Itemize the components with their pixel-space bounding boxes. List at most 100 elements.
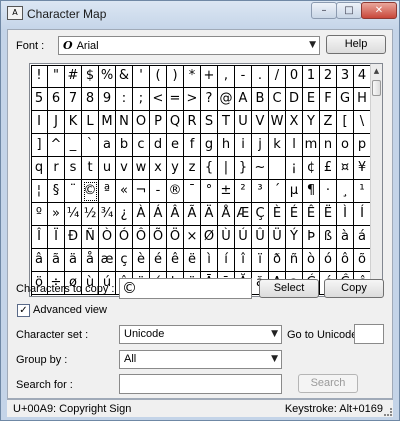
character-cell[interactable]: d	[150, 134, 167, 157]
search-input[interactable]	[119, 374, 282, 394]
character-cell[interactable]: |	[218, 157, 235, 180]
character-cell[interactable]: `	[82, 134, 99, 157]
character-cell[interactable]: ¢	[303, 157, 320, 180]
character-cell[interactable]: Ô	[133, 226, 150, 249]
character-cell[interactable]: ®	[167, 180, 184, 203]
maximize-button[interactable]: □	[336, 2, 362, 19]
character-cell[interactable]: ³	[252, 180, 269, 203]
character-cell[interactable]: w	[133, 157, 150, 180]
character-cell[interactable]: ×	[184, 226, 201, 249]
character-cell[interactable]: f	[184, 134, 201, 157]
character-cell[interactable]: Í	[354, 203, 371, 226]
character-cell[interactable]: \	[354, 111, 371, 134]
character-cell[interactable]: ~	[252, 157, 269, 180]
character-cell[interactable]: I	[31, 111, 48, 134]
character-cell[interactable]: á	[354, 226, 371, 249]
character-cell[interactable]: õ	[354, 249, 371, 272]
character-cell[interactable]: X	[286, 111, 303, 134]
character-cell[interactable]: ©	[82, 180, 99, 203]
minimize-button[interactable]: –	[311, 2, 337, 19]
character-cell[interactable]: ô	[337, 249, 354, 272]
character-cell[interactable]: [	[337, 111, 354, 134]
character-cell[interactable]: !	[31, 65, 48, 88]
character-cell[interactable]: Ø	[201, 226, 218, 249]
character-cell[interactable]: ´	[269, 180, 286, 203]
character-cell[interactable]: L	[82, 111, 99, 134]
character-cell[interactable]: ¦	[31, 180, 48, 203]
character-cell[interactable]: µ	[286, 180, 303, 203]
character-cell[interactable]: y	[167, 157, 184, 180]
character-cell[interactable]: Ò	[99, 226, 116, 249]
character-cell[interactable]: r	[48, 157, 65, 180]
character-cell[interactable]: <	[150, 88, 167, 111]
character-cell[interactable]: _	[65, 134, 82, 157]
character-cell[interactable]: ß	[320, 226, 337, 249]
character-cell[interactable]: q	[31, 157, 48, 180]
character-cell[interactable]: ¶	[303, 180, 320, 203]
character-cell[interactable]: 7	[65, 88, 82, 111]
character-cell[interactable]: o	[337, 134, 354, 157]
character-cell[interactable]: 2	[320, 65, 337, 88]
character-cell[interactable]: «	[116, 180, 133, 203]
character-cell[interactable]: ð	[269, 249, 286, 272]
character-cell[interactable]: t	[82, 157, 99, 180]
character-cell[interactable]: Ä	[201, 203, 218, 226]
character-cell[interactable]: '	[133, 65, 150, 88]
character-cell[interactable]: D	[286, 88, 303, 111]
character-cell[interactable]: H	[354, 88, 371, 111]
character-cell[interactable]: z	[184, 157, 201, 180]
character-cell[interactable]: À	[133, 203, 150, 226]
character-cell[interactable]: -	[150, 180, 167, 203]
character-cell[interactable]: )	[167, 65, 184, 88]
character-cell[interactable]: T	[218, 111, 235, 134]
character-cell[interactable]: m	[303, 134, 320, 157]
character-cell[interactable]: "	[48, 65, 65, 88]
character-cell[interactable]: $	[82, 65, 99, 88]
character-cell[interactable]: ¯	[184, 180, 201, 203]
character-cell[interactable]: ¸	[337, 180, 354, 203]
characters-to-copy-input[interactable]: ©	[119, 278, 252, 299]
character-cell[interactable]: »	[48, 203, 65, 226]
character-cell[interactable]: V	[252, 111, 269, 134]
character-cell[interactable]: }	[235, 157, 252, 180]
character-cell[interactable]: c	[133, 134, 150, 157]
character-cell[interactable]: 6	[48, 88, 65, 111]
character-cell[interactable]: ½	[82, 203, 99, 226]
character-cell[interactable]: /	[269, 65, 286, 88]
character-cell[interactable]: ±	[218, 180, 235, 203]
character-cell[interactable]: Q	[167, 111, 184, 134]
character-cell[interactable]: è	[133, 249, 150, 272]
character-cell[interactable]: Þ	[303, 226, 320, 249]
character-cell[interactable]: ¹	[354, 180, 371, 203]
character-cell[interactable]: º	[31, 203, 48, 226]
character-cell[interactable]: *	[184, 65, 201, 88]
character-cell[interactable]: ²	[235, 180, 252, 203]
character-cell[interactable]: ì	[201, 249, 218, 272]
character-cell[interactable]: ó	[320, 249, 337, 272]
character-cell[interactable]: ;	[133, 88, 150, 111]
character-cell[interactable]: p	[354, 134, 371, 157]
character-cell[interactable]: Á	[150, 203, 167, 226]
character-cell[interactable]: +	[201, 65, 218, 88]
character-cell[interactable]: 0	[286, 65, 303, 88]
character-cell[interactable]: ¾	[99, 203, 116, 226]
character-cell[interactable]: ê	[167, 249, 184, 272]
character-cell[interactable]: î	[235, 249, 252, 272]
character-cell[interactable]: v	[116, 157, 133, 180]
character-cell[interactable]: í	[218, 249, 235, 272]
character-cell[interactable]	[269, 157, 286, 180]
character-cell[interactable]: 9	[99, 88, 116, 111]
character-cell[interactable]: J	[48, 111, 65, 134]
character-cell[interactable]: :	[116, 88, 133, 111]
copy-button[interactable]: Copy	[324, 279, 384, 298]
character-cell[interactable]: F	[320, 88, 337, 111]
character-cell[interactable]: M	[99, 111, 116, 134]
advanced-view-checkbox[interactable]: ✓	[17, 304, 30, 317]
character-cell[interactable]: â	[31, 249, 48, 272]
character-cell[interactable]: (	[150, 65, 167, 88]
character-cell[interactable]: A	[235, 88, 252, 111]
character-cell[interactable]: Â	[167, 203, 184, 226]
character-cell[interactable]: È	[269, 203, 286, 226]
character-cell[interactable]: .	[252, 65, 269, 88]
character-cell[interactable]: -	[235, 65, 252, 88]
